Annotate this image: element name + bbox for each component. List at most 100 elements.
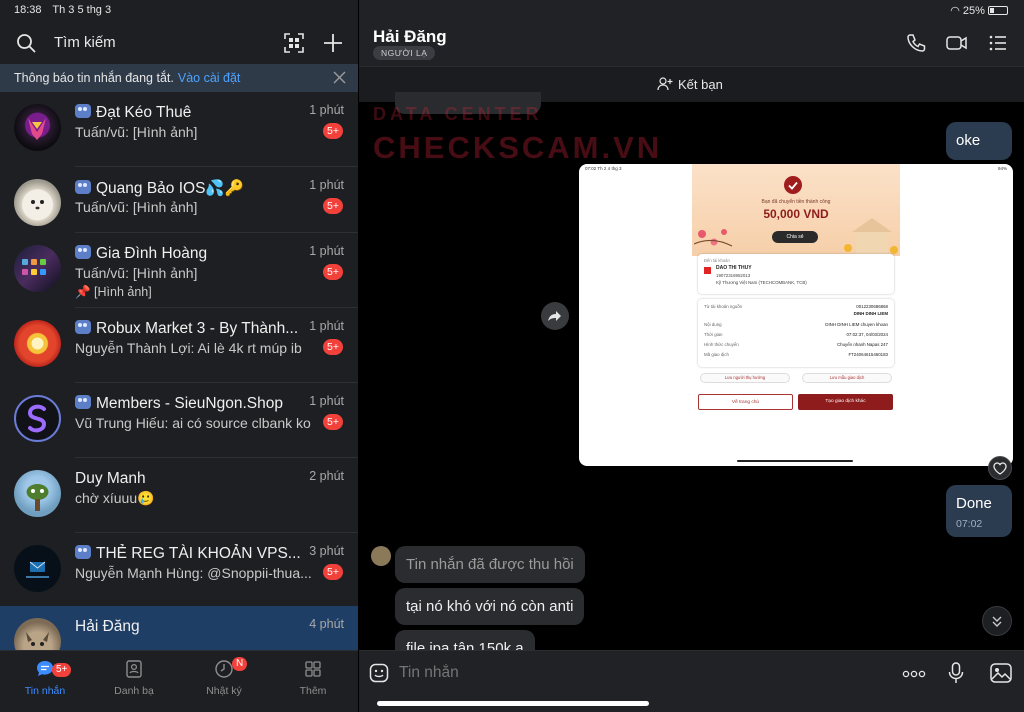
group-icon [75,320,91,334]
add-friend-button[interactable]: Kết bạn [657,77,723,92]
avatar [14,104,61,151]
detail-label: Hình thức chuyển [704,342,739,347]
phone-icon[interactable] [905,32,927,54]
detail-label: Từ tài khoản nguồn [704,304,743,309]
detail-value: DINH DINH LIEM chuyen khoan [825,322,888,327]
chat-row-quang-bao-ios[interactable]: Quang Bảo IOS💦🔑 Tuấn/vũ: [Hình ảnh] 1 ph… [0,167,358,241]
chat-preview-secondary: 📌 [Hình ảnh] [75,285,152,299]
heart-icon [993,462,1007,475]
chat-preview: Vũ Trung Hiếu: ai có source clbank ko [75,415,311,431]
chat-list: Đạt Kéo Thuê Tuấn/vũ: [Hình ảnh] 1 phút … [0,92,358,650]
qr-scan-icon[interactable] [284,33,304,53]
detail-label: Nội dung [704,322,722,327]
react-button[interactable] [988,456,1012,480]
chat-title: Hải Đăng [75,618,140,635]
recalled-message[interactable]: Tin nhắn đã được thu hồi [395,546,585,583]
unread-badge: 5+ [323,123,343,139]
chat-time: 1 phút [309,103,344,117]
chat-preview: Nguyễn Thành Lợi: Ai lè 4k rt múp ib [75,340,302,356]
incoming-message[interactable]: tại nó khó với nó còn anti [395,588,585,625]
chat-row-hai-dang[interactable]: Hải Đăng 4 phút [0,606,358,650]
unread-badge: 5+ [323,564,343,580]
more-options-icon[interactable] [902,670,926,678]
share-button[interactable] [541,302,569,330]
unread-badge: 5+ [323,339,343,355]
photo-status-time: 07:02 Th 2 4 thg 3 [585,166,622,171]
chat-time: 1 phút [309,178,344,192]
chat-time: 1 phút [309,244,344,258]
chat-time: 4 phút [309,617,344,631]
message-input[interactable] [399,664,859,682]
status-time: 18:38 [14,4,42,16]
scroll-down-button[interactable] [982,606,1012,636]
recipient-card: Đến tài khoản DAO THI THUY 1907231695201… [698,254,894,294]
close-icon[interactable] [333,71,346,84]
group-icon [75,395,91,409]
tab-more[interactable]: Thêm [268,659,358,697]
transfer-receipt-image[interactable]: 07:02 Th 2 4 thg 3 94% Bạn đã chuyển tiề… [579,164,1013,466]
chat-row-dat-keo-thue[interactable]: Đạt Kéo Thuê Tuấn/vũ: [Hình ảnh] 1 phút … [0,92,358,166]
detail-row: Mã giao dịch FT24064615460183 [704,352,888,357]
chat-row-the-reg-tai-khoan[interactable]: THẺ REG TÀI KHOẢN VPS... Nguyễn Mạnh Hùn… [0,533,358,607]
sender-avatar[interactable] [371,546,391,566]
group-icon [75,180,91,194]
list-topbar: Tìm kiếm [0,22,358,64]
wifi-icon: ◠ [950,5,960,17]
avatar [14,179,61,226]
detail-value: 0012230686868 [856,304,888,309]
unread-badge: 5+ [323,264,343,280]
notice-settings-link[interactable]: Vào cài đặt [178,71,241,85]
incoming-message[interactable]: file ipa tận 150k ạ [395,630,535,650]
plus-icon[interactable] [322,32,344,54]
unread-badge: 5+ [323,198,343,214]
chat-preview: Tuấn/vũ: [Hình ảnh] [75,124,198,140]
tab-contacts[interactable]: Danh bạ [89,659,179,697]
chat-time: 1 phút [309,319,344,333]
battery-percent: 25% [962,5,985,17]
detail-row: Từ tài khoản nguồn 0012230686868 [704,304,888,309]
status-bar-right: ◠ 25% [950,4,1008,17]
recipient-label: Đến tài khoản [704,258,730,263]
chat-title: Robux Market 3 - By Thành... [96,320,299,337]
chat-row-duy-manh[interactable]: Duy Manh chờ xíuuu🥲 2 phút [0,458,358,532]
chat-row-members-sieungon[interactable]: Members - SieuNgon.Shop Vũ Trung Hiếu: a… [0,383,358,457]
detail-label: Thời gian [704,332,723,337]
menu-list-icon[interactable] [987,32,1009,54]
add-friend-label: Kết bạn [678,77,723,92]
avatar [14,545,61,592]
group-icon [75,245,91,259]
tab-label: Thêm [299,685,327,697]
outgoing-message[interactable]: oke [946,122,1012,160]
outgoing-message[interactable]: Done 07:02 [946,485,1012,537]
emoji-icon[interactable] [369,663,389,683]
tab-label: Tin nhắn [24,685,66,697]
search-icon[interactable] [16,33,36,53]
avatar [14,245,61,292]
stranger-badge: NGƯỜI LẠ [373,46,436,60]
conversation-pane: ◠ 25% Hải Đăng NGƯỜI LẠ Kết bạn DATA CEN… [359,0,1024,712]
chat-title: Quang Bảo IOS💦🔑 [96,180,245,197]
save-recipient-button: Lưu người thụ hưởng [700,373,790,383]
chat-preview: Tuấn/vũ: [Hình ảnh] [75,199,198,215]
save-template-button: Lưu mẫu giao dịch [802,373,892,383]
conversation-header: ◠ 25% Hải Đăng NGƯỜI LẠ [359,0,1024,66]
tab-timeline[interactable]: Nhật ký N [179,657,269,697]
receipt-banner: Bạn đã chuyển tiền thành công 50,000 VND… [692,164,900,256]
chat-title: Duy Manh [75,470,146,487]
contacts-icon [126,660,142,678]
contact-name[interactable]: Hải Đăng [373,27,447,47]
home-indicator [377,701,649,706]
tab-messages[interactable]: Tin nhắn 5+ [0,659,90,697]
chat-row-robux-market[interactable]: Robux Market 3 - By Thành... Nguyễn Thàn… [0,308,358,382]
house-decoration-icon [844,218,898,254]
search-input[interactable]: Tìm kiếm [54,34,116,51]
conversation-list-pane: 18:38 Th 3 5 thg 3 Tìm kiếm Thông báo ti… [0,0,358,712]
chat-title: Gia Đình Hoàng [96,245,208,262]
video-call-icon[interactable] [945,32,969,54]
bank-logo-icon [704,267,711,274]
detail-value: Chuyển nhanh Napas 247 [836,342,888,347]
microphone-icon[interactable] [948,662,964,684]
receipt-subtitle: Bạn đã chuyển tiền thành công [761,199,831,205]
blossom-decoration-icon [694,229,733,247]
image-gallery-icon[interactable] [990,663,1012,683]
